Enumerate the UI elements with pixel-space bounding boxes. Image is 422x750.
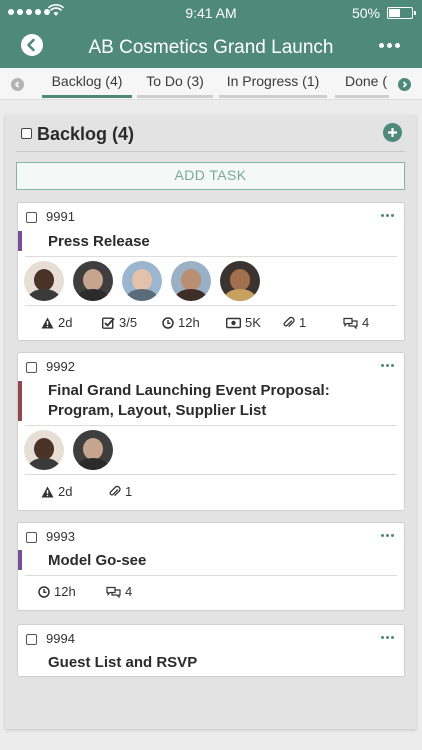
divider	[25, 256, 397, 257]
paperclip-icon	[109, 485, 121, 496]
task-checkbox[interactable]	[26, 532, 37, 543]
warning-icon	[41, 486, 54, 497]
tab-done[interactable]: Done (	[335, 72, 389, 98]
chevron-left-icon	[27, 38, 35, 52]
checklist-value: 3/5	[119, 315, 138, 330]
clock-icon	[38, 585, 50, 598]
comments-value: 4	[362, 315, 370, 330]
avatar[interactable]	[24, 430, 64, 470]
task-title: Final Grand Launching Event Proposal: Pr…	[48, 381, 392, 421]
task-title: Model Go-see	[48, 552, 147, 569]
tab-backlog[interactable]: Backlog (4)	[42, 72, 132, 98]
scroll-tabs-left-button[interactable]	[11, 78, 24, 91]
attachments-value: 1	[125, 484, 133, 499]
chevron-right-icon	[402, 81, 408, 88]
time-estimate: 12h	[162, 315, 200, 330]
card-menu-button[interactable]	[381, 636, 394, 639]
card-menu-button[interactable]	[381, 364, 394, 367]
budget-value: 5K	[245, 315, 261, 330]
add-task-circle-button[interactable]	[383, 123, 402, 142]
tab-in-progress[interactable]: In Progress (1)	[219, 72, 327, 98]
attachments: 1	[282, 315, 306, 330]
task-meta: 2d 1	[18, 484, 404, 502]
due-warning-value: 2d	[58, 315, 73, 330]
task-meta: 12h 4	[18, 584, 404, 602]
status-tabs: Backlog (4) To Do (3) In Progress (1) Do…	[0, 68, 422, 100]
assignee-avatars	[24, 261, 260, 301]
time-estimate: 12h	[38, 584, 76, 599]
divider	[25, 474, 397, 475]
checklist-progress: 3/5	[102, 315, 137, 330]
back-button[interactable]	[21, 34, 43, 56]
task-card-9992[interactable]: 9992 Final Grand Launching Event Proposa…	[17, 352, 405, 511]
money-icon	[226, 317, 241, 328]
status-bar: 9:41 AM 50%	[0, 0, 422, 26]
task-card-9991[interactable]: 9991 Press Release 2d 3/5 12h 5K 1 4	[17, 202, 405, 341]
checklist-icon	[102, 317, 115, 329]
priority-stripe	[18, 231, 22, 251]
time-value: 12h	[54, 584, 76, 599]
page-title: AB Cosmetics Grand Launch	[88, 37, 334, 58]
assignee-avatars	[24, 430, 113, 470]
column-header: Backlog (4)	[5, 115, 416, 155]
divider	[25, 575, 397, 576]
task-card-9993[interactable]: 9993 Model Go-see 12h 4	[17, 522, 405, 611]
add-task-button[interactable]: ADD TASK	[16, 162, 405, 190]
task-title: Guest List and RSVP	[48, 654, 198, 671]
task-number: 9991	[46, 209, 75, 224]
due-warning-value: 2d	[58, 484, 73, 499]
comments: 4	[106, 584, 132, 599]
avatar[interactable]	[171, 261, 211, 301]
task-number: 9994	[46, 631, 75, 646]
attachments: 1	[108, 484, 132, 499]
warning-icon	[41, 317, 54, 328]
task-checkbox[interactable]	[26, 212, 37, 223]
task-title-line: Program, Layout, Supplier List	[48, 402, 267, 419]
scroll-tabs-right-button[interactable]	[398, 78, 411, 91]
attachments-value: 1	[299, 315, 307, 330]
avatar[interactable]	[220, 261, 260, 301]
battery-percentage: 50%	[351, 5, 380, 21]
task-title-line: Final Grand Launching Event Proposal:	[48, 382, 330, 399]
task-checkbox[interactable]	[26, 362, 37, 373]
avatar[interactable]	[24, 261, 64, 301]
due-warning: 2d	[41, 315, 72, 330]
clock-icon	[162, 316, 174, 329]
due-warning: 2d	[41, 484, 72, 499]
column-title: Backlog (4)	[37, 124, 135, 144]
comments: 4	[343, 315, 369, 330]
budget: 5K	[226, 315, 261, 330]
priority-stripe	[18, 550, 22, 570]
nav-bar: AB Cosmetics Grand Launch	[0, 26, 422, 68]
task-number: 9992	[46, 359, 75, 374]
task-checkbox[interactable]	[26, 634, 37, 645]
avatar[interactable]	[73, 261, 113, 301]
divider	[25, 305, 397, 306]
comments-icon	[106, 586, 121, 598]
task-title: Press Release	[48, 233, 150, 250]
comments-icon	[343, 317, 358, 329]
avatar[interactable]	[73, 430, 113, 470]
time-value: 12h	[178, 315, 200, 330]
avatar[interactable]	[122, 261, 162, 301]
task-card-9994[interactable]: 9994 Guest List and RSVP	[17, 624, 405, 677]
divider	[25, 425, 397, 426]
comments-value: 4	[125, 584, 133, 599]
more-options-button[interactable]	[379, 43, 400, 48]
paperclip-icon	[283, 316, 295, 327]
column-select-checkbox[interactable]	[21, 128, 32, 139]
priority-stripe	[18, 381, 22, 421]
backlog-column: Backlog (4) ADD TASK 9991 Press Release …	[5, 115, 416, 729]
tab-to-do[interactable]: To Do (3)	[137, 72, 213, 98]
divider	[16, 151, 405, 152]
chevron-left-icon	[14, 81, 20, 88]
plus-icon	[388, 128, 397, 137]
battery-icon	[387, 7, 416, 19]
card-menu-button[interactable]	[381, 214, 394, 217]
task-number: 9993	[46, 529, 75, 544]
card-menu-button[interactable]	[381, 534, 394, 537]
task-meta: 2d 3/5 12h 5K 1 4	[18, 315, 404, 333]
